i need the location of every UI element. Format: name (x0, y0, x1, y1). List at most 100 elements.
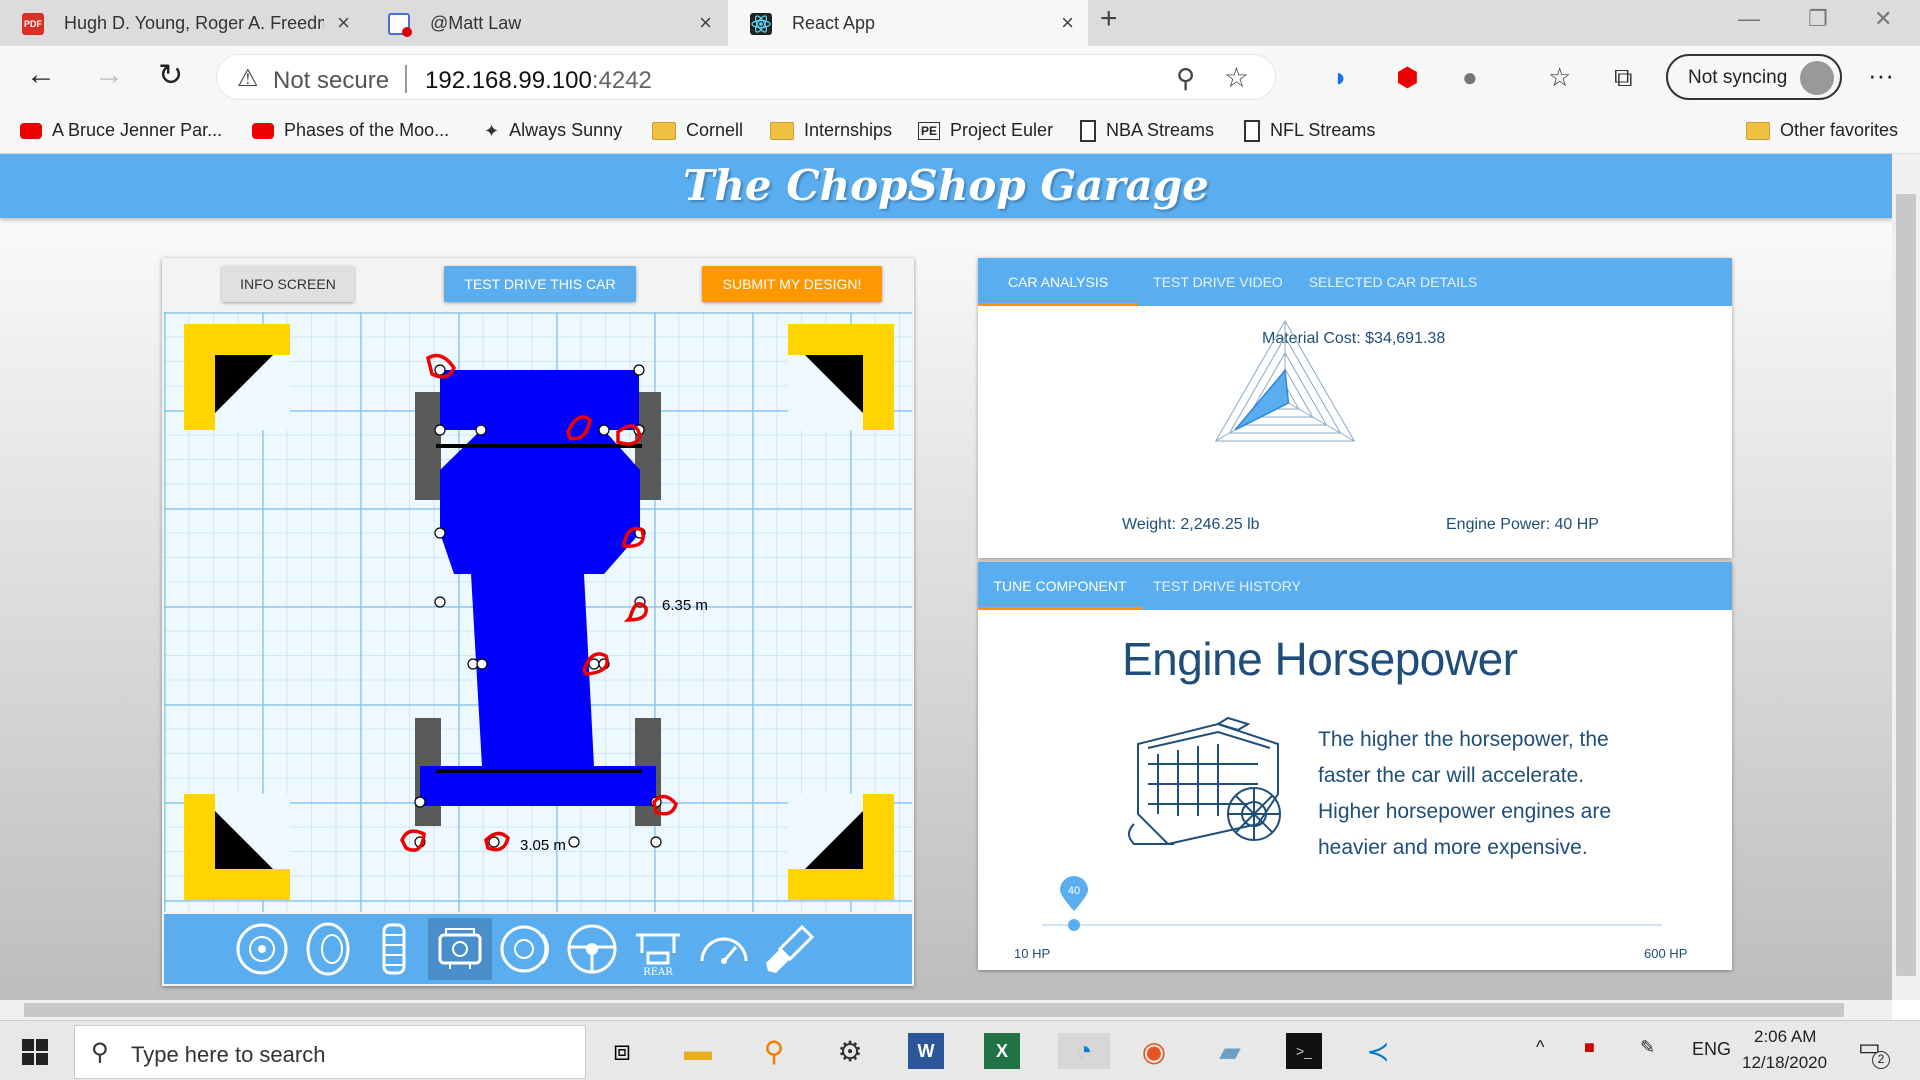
info-screen-button[interactable]: INFO SCREEN (222, 266, 354, 302)
bookmark-label: Project Euler (950, 120, 1054, 140)
bookmark-internships[interactable]: Internships (770, 120, 892, 141)
bookmark-always-sunny[interactable]: ✦ Always Sunny (484, 120, 622, 142)
wheel-icon (236, 923, 288, 975)
clock-date[interactable]: 12/18/2020 (1742, 1053, 1827, 1073)
new-tab-icon[interactable]: + (1100, 2, 1118, 36)
reload-icon[interactable]: ↻ (158, 58, 183, 93)
app-title: The ChopShop Garage (683, 161, 1209, 210)
horizontal-scrollbar[interactable] (0, 1000, 1892, 1020)
sync-button[interactable]: Not syncing (1666, 54, 1842, 100)
excel-icon[interactable]: X (984, 1033, 1020, 1069)
part-brake-button[interactable] (494, 918, 558, 980)
bookmark-label: NBA Streams (1106, 120, 1215, 140)
search-app-icon[interactable]: ⚲ (756, 1033, 792, 1069)
car-body (420, 370, 656, 806)
extension-circle-icon[interactable]: ● (1462, 62, 1478, 93)
part-steering-button[interactable] (560, 918, 624, 980)
part-tire-button[interactable] (296, 918, 360, 980)
slider-thumb[interactable] (1067, 919, 1080, 931)
terminal-icon[interactable]: >_ (1286, 1033, 1322, 1069)
language-indicator[interactable]: ENG (1692, 1039, 1731, 1060)
taskbar-search-box[interactable]: ⚲ Type here to search (74, 1025, 586, 1079)
part-rear-wing-button[interactable]: REAR (626, 918, 690, 980)
corner-marker-top-right (788, 324, 894, 430)
browser-tab-matt-law[interactable]: @Matt Law × (366, 0, 726, 46)
horsepower-slider[interactable]: 40 (1042, 876, 1662, 931)
app-header: The ChopShop Garage (0, 154, 1892, 218)
parts-toolbar: REAR (164, 914, 912, 984)
search-icon: ⚲ (91, 1039, 109, 1066)
part-paint-button[interactable] (758, 918, 822, 980)
security-label: Not secure (273, 67, 390, 94)
restore-icon[interactable]: ❐ (1808, 6, 1828, 32)
pen-icon[interactable]: ✎ (1640, 1037, 1655, 1058)
tab-test-drive-history[interactable]: TEST DRIVE HISTORY (1142, 562, 1312, 610)
avatar (1800, 61, 1834, 95)
url-text[interactable]: 192.168.99.100:4242 (425, 67, 652, 95)
scrollbar-thumb[interactable] (1896, 194, 1916, 976)
test-drive-button[interactable]: TEST DRIVE THIS CAR (444, 266, 636, 302)
bookmark-project-euler[interactable]: PE Project Euler (918, 120, 1053, 141)
close-tab-icon[interactable]: × (1061, 10, 1074, 36)
forward-icon[interactable]: → (94, 58, 124, 92)
submit-design-button[interactable]: SUBMIT MY DESIGN! (702, 266, 882, 302)
part-tread-button[interactable] (362, 918, 426, 980)
part-wheel-button[interactable] (230, 918, 294, 980)
page-icon (1080, 120, 1096, 143)
task-view-icon[interactable]: ⧈ (604, 1033, 640, 1069)
windows-start-icon[interactable] (22, 1039, 48, 1065)
back-icon[interactable]: ← (26, 58, 56, 92)
part-engine-button[interactable] (428, 918, 492, 980)
browser-tab-pdf[interactable]: PDF Hugh D. Young, Roger A. Freedm × (0, 0, 364, 46)
engine-illustration-icon (1128, 716, 1281, 846)
tray-app-icon[interactable]: ■ (1584, 1037, 1595, 1058)
tab-title: @Matt Law (430, 13, 522, 33)
divider (405, 65, 407, 93)
design-canvas[interactable]: 6.35 m 3.05 m (164, 312, 912, 912)
favorite-star-icon[interactable]: ☆ (1224, 61, 1249, 94)
close-window-icon[interactable]: ✕ (1874, 6, 1892, 32)
settings-gear-icon[interactable]: ⚙ (832, 1033, 868, 1069)
more-menu-icon[interactable]: ··· (1868, 60, 1894, 91)
component-description: The higher the horsepower, the faster th… (1318, 728, 1612, 859)
extension-icon[interactable]: ◑ (1330, 62, 1346, 93)
adblock-icon[interactable]: ⬢ (1396, 62, 1419, 93)
vscode-icon[interactable]: ≺ (1360, 1033, 1396, 1069)
edge-browser-icon[interactable]: ◔ (1058, 1033, 1110, 1069)
part-gauge-button[interactable] (692, 918, 756, 980)
zoom-icon[interactable]: ⚲ (1176, 63, 1195, 94)
bookmark-bruce-jenner[interactable]: A Bruce Jenner Par... (20, 120, 222, 141)
minimize-icon[interactable]: — (1738, 6, 1760, 32)
notepad-icon[interactable]: ▰ (1212, 1033, 1248, 1069)
clock-time[interactable]: 2:06 AM (1754, 1027, 1816, 1047)
bookmark-nba-streams[interactable]: NBA Streams (1080, 120, 1215, 143)
file-explorer-icon[interactable]: ▬ (680, 1033, 716, 1069)
bookmark-label: Internships (804, 120, 893, 140)
tray-chevron-icon[interactable]: ^ (1536, 1037, 1544, 1058)
steering-icon (567, 924, 617, 974)
radar-chart (1214, 320, 1356, 442)
car-drawing: 6.35 m 3.05 m (184, 324, 894, 900)
close-tab-icon[interactable]: × (699, 10, 712, 36)
ubuntu-icon[interactable]: ◉ (1136, 1033, 1172, 1069)
radar-area (1234, 368, 1290, 431)
bookmark-phases-moon[interactable]: Phases of the Moo... (252, 120, 449, 141)
taskbar-search-placeholder: Type here to search (131, 1042, 326, 1067)
folder-icon (1746, 122, 1770, 141)
browser-toolbar: ← → ↻ ⚠ Not secure 192.168.99.100:4242 ⚲… (0, 46, 1920, 108)
favorites-icon[interactable]: ☆ (1548, 62, 1571, 93)
bookmark-label: NFL Streams (1270, 120, 1376, 140)
bookmark-nfl-streams[interactable]: NFL Streams (1244, 120, 1376, 143)
vertical-scrollbar[interactable] (1892, 154, 1920, 1000)
tab-tune-component[interactable]: TUNE COMPONENT (978, 562, 1142, 610)
other-favorites[interactable]: Other favorites (1746, 120, 1898, 141)
bookmark-cornell[interactable]: Cornell (652, 120, 743, 141)
scrollbar-thumb[interactable] (24, 1003, 1844, 1017)
browser-tab-react-app[interactable]: React App × (728, 0, 1088, 46)
paint-icon (766, 924, 815, 973)
word-icon[interactable]: W (908, 1033, 944, 1069)
address-bar[interactable]: ⚠ Not secure 192.168.99.100:4242 ⚲ ☆ (216, 54, 1276, 100)
collections-icon[interactable]: ⧉ (1614, 62, 1633, 94)
close-tab-icon[interactable]: × (337, 10, 350, 36)
tread-icon (382, 923, 406, 975)
